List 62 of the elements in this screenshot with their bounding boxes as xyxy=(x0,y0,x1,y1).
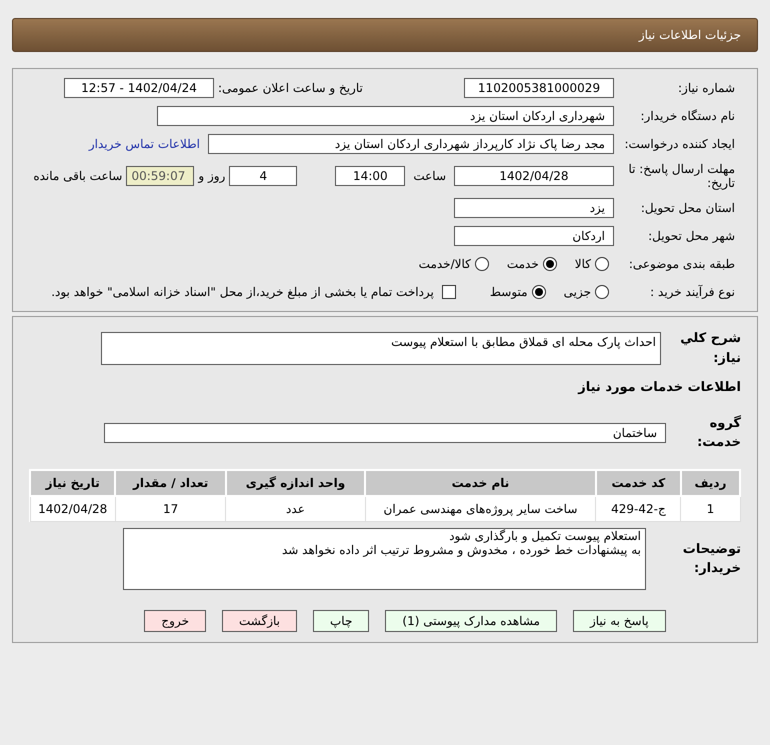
column-header: ردیف xyxy=(680,470,740,496)
page-title: جزئیات اطلاعات نیاز xyxy=(638,27,741,44)
radio-label: کالا xyxy=(574,256,591,273)
field-label: شهر محل تحویل: xyxy=(647,228,736,245)
action-button[interactable]: چاپ xyxy=(313,610,370,632)
text-field[interactable]: شهرداری اردکان استان یزد xyxy=(157,106,614,126)
text-field[interactable]: 1102005381000029 xyxy=(464,78,614,98)
action-button[interactable]: مشاهده مدارک پیوستی (1) xyxy=(385,610,557,632)
text-field[interactable]: 4 xyxy=(229,166,298,186)
field-label: شرح کلي نياز: xyxy=(679,330,741,368)
text-field[interactable]: 14:00 xyxy=(335,166,406,186)
radio-label: خدمت xyxy=(506,256,539,273)
field-label: ایجاد کننده درخواست: xyxy=(623,136,736,153)
column-header: تاریخ نیاز xyxy=(30,470,116,496)
table-cell: عدد xyxy=(226,496,366,522)
table-cell: 1402/04/28 xyxy=(30,496,116,522)
note-line: استعلام پیوست تکمیل و بارگذاری شود xyxy=(448,529,641,543)
buyer-contact-link[interactable]: اطلاعات تماس خریدار xyxy=(88,135,200,153)
action-button[interactable]: خروج xyxy=(144,610,206,632)
text-field[interactable]: 1402/04/24 - 12:57 xyxy=(64,78,214,98)
field-label: توضیحات خریدار: xyxy=(682,540,741,578)
action-button[interactable]: بازگشت xyxy=(222,610,297,632)
field-label: ساعت xyxy=(412,168,447,185)
text-field[interactable]: اردکان xyxy=(454,226,614,246)
field-label: نام دستگاه خریدار: xyxy=(640,108,736,125)
table-cell: ج-42-429 xyxy=(596,496,681,522)
radio-button[interactable] xyxy=(595,257,609,271)
column-header: نام خدمت xyxy=(365,470,596,496)
table-cell: 17 xyxy=(115,496,226,522)
text-field[interactable]: مجد رضا پاک نژاد کارپرداز شهرداری اردکان استان یزد xyxy=(208,134,614,154)
field-label: استان محل تحویل: xyxy=(640,200,736,217)
action-button[interactable]: پاسخ به نیاز xyxy=(572,610,666,632)
field-label: روز و xyxy=(196,168,226,185)
notes-field[interactable]: استعلام پیوست تکمیل و بارگذاری شود به پیشنهادات خط خورده ، مخدوش و مشروط ترتیب اثر داده نخواهد شد xyxy=(123,528,646,590)
column-header: واحد اندازه گیری xyxy=(226,470,366,496)
checkbox-label: پرداخت تمام یا بخشی از مبلغ خرید،از محل "اسناد خزانه اسلامی" خواهد بود. xyxy=(51,284,434,301)
field-label: نوع فرآیند خرید : xyxy=(649,284,736,301)
radio-label: متوسط xyxy=(490,284,528,301)
radio-label: کالا/خدمت xyxy=(418,256,471,273)
field-label: شماره نیاز: xyxy=(677,80,736,97)
column-header: کد خدمت xyxy=(596,470,681,496)
field-label: گروه خدمت: xyxy=(696,414,741,452)
text-field[interactable]: ساختمان xyxy=(104,423,666,443)
checkbox[interactable] xyxy=(442,285,456,299)
column-header: تعداد / مقدار xyxy=(115,470,226,496)
radio-button[interactable] xyxy=(474,257,489,271)
table-cell: 1 xyxy=(680,496,740,522)
field-label: طبقه بندی موضوعی: xyxy=(628,256,736,273)
radio-button[interactable] xyxy=(542,257,557,271)
table-cell: ساخت سایر پروژه‌های مهندسی عمران xyxy=(365,496,596,522)
radio-button[interactable] xyxy=(532,285,546,299)
note-line: به پیشنهادات خط خورده ، مخدوش و مشروط ترتیب اثر داده نخواهد شد xyxy=(281,543,641,557)
text-field[interactable]: یزد xyxy=(454,198,614,218)
field-label: ساعت باقی مانده xyxy=(33,168,124,185)
text-field[interactable]: 00:59:07 xyxy=(126,166,194,186)
section-title: اطلاعات خدمات مورد نياز xyxy=(576,379,741,397)
text-field[interactable]: 1402/04/28 xyxy=(454,166,614,186)
radio-button[interactable] xyxy=(595,285,609,299)
field-label: مهلت ارسال پاسخ: تا تاریخ: xyxy=(627,162,736,190)
field-label: تاریخ و ساعت اعلان عمومی: xyxy=(217,80,364,97)
summary-field[interactable]: احداث پارک محله ای قملاق مطابق با استعلام پیوست xyxy=(101,332,661,365)
radio-label: جزیی xyxy=(564,284,591,301)
